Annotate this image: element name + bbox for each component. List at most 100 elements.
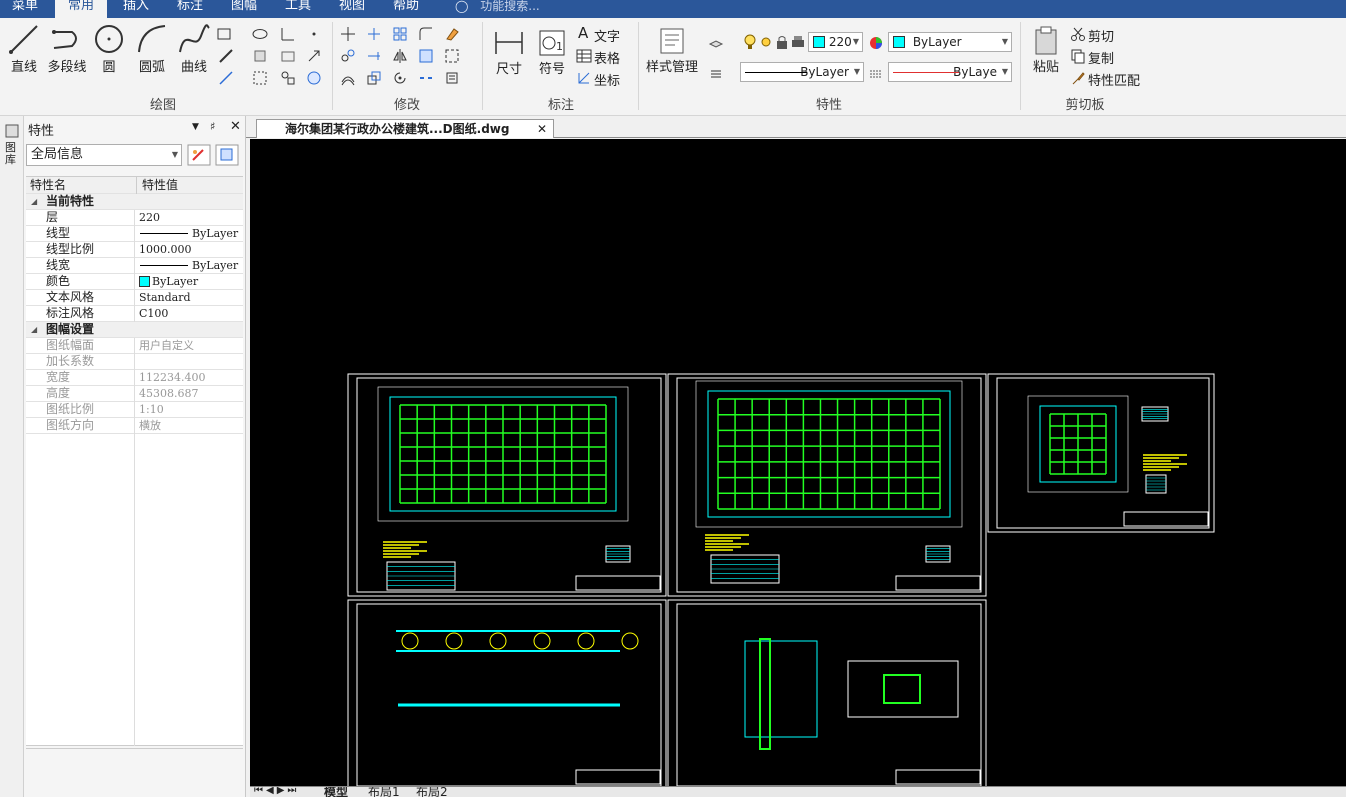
quick-select-icon[interactable] (187, 144, 211, 166)
tab-tools[interactable]: 工具 (272, 0, 324, 18)
arc-button[interactable]: 圆弧 (134, 22, 170, 75)
layout-tab-1[interactable]: 布局1 (368, 787, 400, 797)
paste-button[interactable]: 粘贴 (1028, 26, 1064, 75)
ellipse-icon[interactable] (252, 26, 268, 42)
wipeout-icon[interactable] (280, 48, 296, 64)
property-row[interactable]: 颜色 ByLayer (26, 274, 243, 290)
printer-icon[interactable] (790, 34, 806, 50)
lineweight-icon[interactable] (868, 66, 884, 82)
table-button[interactable]: 表格 (594, 48, 620, 67)
drawing-canvas[interactable] (250, 139, 1346, 786)
search-input[interactable]: 功能搜索... (480, 0, 539, 13)
layout-tab-model[interactable]: 模型 (324, 787, 348, 797)
property-value[interactable]: ByLayer (192, 226, 238, 241)
tab-home[interactable]: 常用 (55, 0, 107, 18)
globe-icon[interactable] (306, 70, 322, 86)
tab-nav-arrows-icon[interactable]: ⏮◀▶⏭ (254, 787, 299, 796)
fillet-icon[interactable] (418, 26, 434, 42)
property-row[interactable]: 标注风格 C100 (26, 306, 243, 322)
feature-search[interactable]: ◯ 功能搜索... (455, 0, 540, 18)
hatch-icon[interactable] (252, 70, 268, 86)
rectangle-icon[interactable] (216, 26, 232, 42)
light-bulb-icon[interactable] (742, 34, 758, 50)
select-objects-icon[interactable] (215, 144, 239, 166)
angle-icon[interactable] (280, 26, 296, 42)
tab-help[interactable]: 帮助 (380, 0, 432, 18)
property-value[interactable]: 横放 (139, 418, 161, 433)
layout-tab-2[interactable]: 布局2 (416, 787, 448, 797)
section-frame[interactable]: ◢ 图幅设置 (26, 322, 243, 338)
point-icon[interactable] (306, 26, 322, 42)
rotate-icon[interactable] (392, 70, 408, 86)
pin-icon[interactable]: ♯ (210, 120, 215, 133)
property-value[interactable]: 1:10 (139, 402, 164, 417)
property-value[interactable]: 用户自定义 (139, 338, 194, 353)
property-value[interactable]: 220 (139, 210, 160, 225)
property-row[interactable]: 宽度 112234.400 (26, 370, 243, 386)
color-wheel-icon[interactable] (868, 35, 884, 51)
coordinate-button[interactable]: 坐标 (594, 70, 620, 89)
xline-icon[interactable] (218, 70, 234, 86)
line-style-icon[interactable] (708, 66, 724, 82)
property-value[interactable]: 1000.000 (139, 242, 192, 257)
property-row[interactable]: 线型 ByLayer (26, 226, 243, 242)
property-row[interactable]: 图纸方向 横放 (26, 418, 243, 434)
style-manager-button[interactable]: 样式管理 (644, 26, 700, 75)
property-row[interactable]: 高度 45308.687 (26, 386, 243, 402)
document-tab[interactable]: 海尔集团某行政办公楼建筑...D图纸.dwg ✕ (256, 119, 554, 138)
property-row[interactable]: 线型比例 1000.000 (26, 242, 243, 258)
scissors-icon[interactable] (1070, 26, 1086, 42)
eraser-icon[interactable] (444, 26, 460, 42)
cut-button[interactable]: 剪切 (1088, 26, 1114, 45)
arrow-icon[interactable] (306, 48, 322, 64)
library-icon[interactable] (5, 124, 19, 138)
section-current[interactable]: ◢ 当前特性 (26, 194, 243, 210)
explode-icon[interactable] (444, 48, 460, 64)
tab-annotate[interactable]: 标注 (164, 0, 216, 18)
property-value[interactable]: C100 (139, 306, 168, 321)
layer-state-icon[interactable] (708, 34, 724, 50)
scale-icon[interactable] (366, 70, 382, 86)
stretch-icon[interactable] (418, 48, 434, 64)
layer-combo[interactable]: 220 ▼ (808, 32, 863, 52)
offset-icon[interactable] (340, 70, 356, 86)
copy-icon[interactable] (1070, 48, 1086, 64)
property-value[interactable]: 45308.687 (139, 386, 199, 401)
tab-menu[interactable]: 菜单 (0, 0, 50, 18)
mirror-icon[interactable] (392, 48, 408, 64)
polyline-button[interactable]: 多段线 (46, 22, 88, 75)
property-row[interactable]: 线宽 ByLayer (26, 258, 243, 274)
library-tab[interactable]: 图库 (5, 142, 19, 166)
property-row[interactable]: 图纸幅面 用户自定义 (26, 338, 243, 354)
property-row[interactable]: 文本风格 Standard (26, 290, 243, 306)
region-icon[interactable] (252, 48, 268, 64)
circle-button[interactable]: 圆 (92, 22, 126, 75)
color-combo[interactable]: ByLayer ▼ (888, 32, 1012, 52)
pen-icon[interactable] (218, 48, 234, 64)
coordinate-icon[interactable] (576, 70, 592, 86)
array-icon[interactable] (392, 26, 408, 42)
property-value[interactable]: Standard (139, 290, 191, 305)
tab-frame[interactable]: 图幅 (218, 0, 270, 18)
property-row[interactable]: 加长系数 (26, 354, 243, 370)
tab-insert[interactable]: 插入 (110, 0, 162, 18)
lock-icon[interactable] (774, 34, 790, 50)
close-icon[interactable]: ✕ (230, 119, 241, 134)
block-icon[interactable] (280, 70, 296, 86)
copy-object-icon[interactable] (340, 48, 356, 64)
dimension-button[interactable]: 尺寸 (490, 28, 528, 77)
edit-icon[interactable] (444, 70, 460, 86)
match-properties-button[interactable]: 特性匹配 (1088, 70, 1140, 89)
text-button[interactable]: 文字 (594, 26, 620, 45)
break-icon[interactable] (418, 70, 434, 86)
curve-button[interactable]: 曲线 (176, 22, 212, 75)
linetype-combo[interactable]: ByLayer ▼ (740, 62, 864, 82)
sun-icon[interactable] (758, 34, 774, 50)
copy-button[interactable]: 复制 (1088, 48, 1114, 67)
trim-icon[interactable] (366, 26, 382, 42)
dropdown-icon[interactable]: ▼ (192, 122, 199, 132)
tab-view[interactable]: 视图 (326, 0, 378, 18)
lineweight-combo[interactable]: ByLaye ▼ (888, 62, 1012, 82)
property-value[interactable]: ByLayer (152, 274, 198, 289)
property-row[interactable]: 层 220 (26, 210, 243, 226)
